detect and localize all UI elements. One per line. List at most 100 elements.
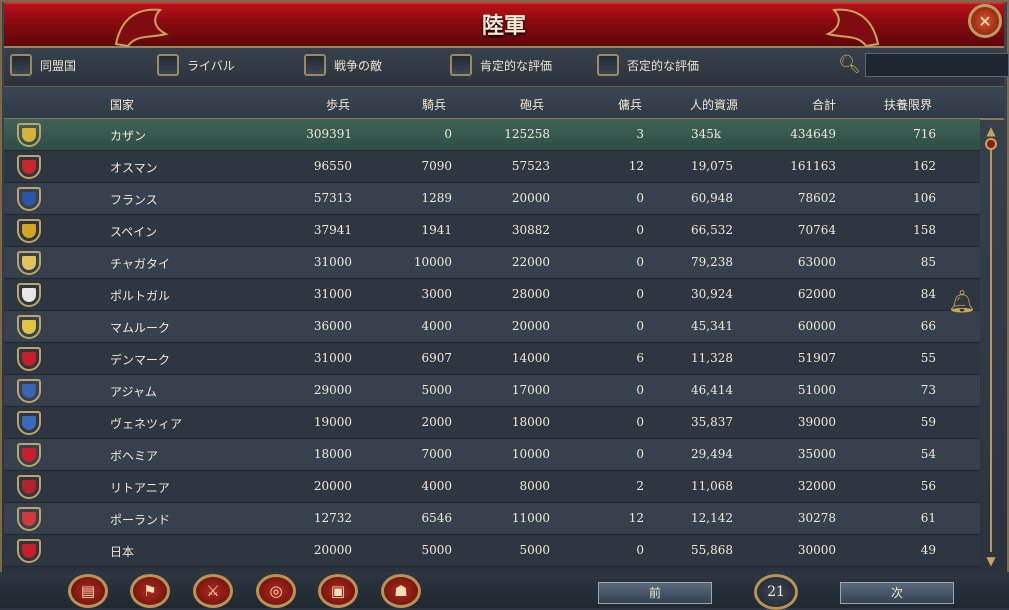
country-flag-icon[interactable]	[17, 539, 41, 563]
positive-opinion-checkbox[interactable]	[450, 54, 472, 76]
country-flag-icon[interactable]	[17, 411, 41, 435]
cell-country[interactable]: デンマーク	[110, 351, 170, 368]
table-row[interactable]: ポーランド 12732 6546 11000 12 12,142 30278 61	[4, 503, 980, 535]
cell-country[interactable]: ポーランド	[110, 511, 170, 528]
tab-trade[interactable]: ▣	[318, 574, 358, 608]
country-flag-icon[interactable]	[17, 155, 41, 179]
table-row[interactable]: デンマーク 31000 6907 14000 6 11,328 51907 55	[4, 343, 980, 375]
tab-ledger[interactable]: ▤	[68, 574, 108, 608]
flag-emblem	[22, 352, 36, 366]
tab-flag[interactable]: ⚑	[130, 574, 170, 608]
country-flag-icon[interactable]	[17, 347, 41, 371]
search-input[interactable]	[865, 53, 1009, 77]
flag-emblem	[22, 160, 36, 174]
allies-checkbox[interactable]	[10, 54, 32, 76]
cell-infantry: 57313	[313, 191, 352, 205]
cell-manpower: 30,924	[691, 287, 733, 301]
cell-manpower: 45,341	[691, 319, 733, 333]
rivals-checkbox[interactable]	[157, 54, 179, 76]
country-flag-icon[interactable]	[17, 443, 41, 467]
country-flag-icon[interactable]	[17, 475, 41, 499]
search-icon[interactable]: 🔍︎	[838, 54, 862, 78]
cell-mercenaries: 0	[636, 223, 644, 237]
page-number: 21	[754, 574, 798, 610]
bell-icon[interactable]: 🔔︎	[948, 290, 976, 315]
cell-mercenaries: 12	[628, 159, 644, 173]
cell-country[interactable]: ポルトガル	[110, 287, 170, 304]
cell-artillery: 11000	[511, 511, 550, 525]
cell-cavalry: 1289	[421, 191, 452, 205]
cell-country[interactable]: カザン	[110, 127, 146, 144]
filter-bar: 同盟国 ライバル 戦争の敵 肯定的な評価 否定的な評価 🔍︎	[4, 48, 1009, 87]
filter-label: 戦争の敵	[334, 58, 383, 73]
cell-country[interactable]: スペイン	[110, 223, 157, 240]
cell-country[interactable]: ヴェネツィア	[110, 415, 182, 432]
cell-total: 39000	[797, 415, 836, 429]
country-flag-icon[interactable]	[17, 187, 41, 211]
cell-country[interactable]: アジャム	[110, 383, 157, 400]
tab-diplomacy[interactable]: ☗	[381, 574, 421, 608]
table-row[interactable]: マムルーク 36000 4000 20000 0 45,341 60000 66	[4, 311, 980, 343]
cell-total: 51000	[797, 383, 836, 397]
cell-cavalry: 7000	[421, 447, 452, 461]
cell-country[interactable]: マムルーク	[110, 319, 170, 336]
column-header-manpower[interactable]: 人的資源	[690, 96, 738, 113]
handshake-icon: ☗	[394, 582, 408, 600]
cell-country[interactable]: オスマン	[110, 159, 158, 176]
filter-label: 肯定的な評価	[480, 58, 553, 73]
column-header-total[interactable]: 合計	[790, 96, 836, 113]
negative-opinion-checkbox[interactable]	[597, 54, 619, 76]
table-row[interactable]: アジャム 29000 5000 17000 0 46,414 51000 73	[4, 375, 980, 407]
cell-country[interactable]: 日本	[110, 543, 134, 560]
scroll-track[interactable]	[990, 144, 992, 552]
cell-total: 35000	[797, 447, 836, 461]
country-flag-icon[interactable]	[17, 219, 41, 243]
scroll-thumb[interactable]	[985, 138, 997, 150]
country-flag-icon[interactable]	[17, 251, 41, 275]
cell-country[interactable]: リトアニア	[110, 479, 170, 496]
table-row[interactable]: ヴェネツィア 19000 2000 18000 0 35,837 39000 59	[4, 407, 980, 439]
table-row[interactable]: ボヘミア 18000 7000 10000 0 29,494 35000 54	[4, 439, 980, 471]
column-header-infantry[interactable]: 歩兵	[304, 96, 350, 113]
table-row[interactable]: 日本 20000 5000 5000 0 55,868 30000 49	[4, 535, 980, 567]
country-flag-icon[interactable]	[17, 123, 41, 147]
table-row[interactable]: カザン 309391 0 125258 3 345k 434649 716	[4, 119, 980, 151]
table-row[interactable]: フランス 57313 1289 20000 0 60,948 78602 106	[4, 183, 980, 215]
cell-force-limit: 49	[920, 543, 936, 557]
filter-war-enemies[interactable]: 戦争の敵	[304, 54, 382, 76]
scroll-down-icon[interactable]: ▼	[984, 554, 998, 568]
tab-military[interactable]: ⚔	[193, 574, 233, 608]
column-header-country[interactable]: 国家	[110, 96, 134, 113]
column-header-force-limit[interactable]: 扶養限界	[884, 96, 932, 113]
cell-force-limit: 162	[913, 159, 936, 173]
war-enemies-checkbox[interactable]	[304, 54, 326, 76]
table-row[interactable]: リトアニア 20000 4000 8000 2 11,068 32000 56	[4, 471, 980, 503]
column-header-cavalry[interactable]: 騎兵	[400, 96, 446, 113]
cell-infantry: 12732	[313, 511, 352, 525]
country-flag-icon[interactable]	[17, 379, 41, 403]
column-header-artillery[interactable]: 砲兵	[498, 96, 544, 113]
filter-positive-opinion[interactable]: 肯定的な評価	[450, 54, 552, 76]
cell-country[interactable]: ボヘミア	[110, 447, 158, 464]
crate-icon: ▣	[330, 582, 346, 600]
filter-allies[interactable]: 同盟国	[10, 54, 76, 76]
next-page-button[interactable]: 次	[840, 582, 954, 604]
cell-country[interactable]: フランス	[110, 191, 158, 208]
close-button[interactable]: ✕	[968, 4, 1002, 38]
table-row[interactable]: スペイン 37941 1941 30882 0 66,532 70764 158	[4, 215, 980, 247]
cell-cavalry: 2000	[421, 415, 452, 429]
prev-page-button[interactable]: 前	[598, 582, 712, 604]
table-row[interactable]: ポルトガル 31000 3000 28000 0 30,924 62000 84	[4, 279, 980, 311]
filter-rivals[interactable]: ライバル	[157, 54, 235, 76]
table-row[interactable]: オスマン 96550 7090 57523 12 19,075 161163 162	[4, 151, 980, 183]
country-flag-icon[interactable]	[17, 315, 41, 339]
country-flag-icon[interactable]	[17, 283, 41, 307]
cell-country[interactable]: チャガタイ	[110, 255, 170, 272]
tab-economy[interactable]: ◎	[256, 574, 296, 608]
scrollbar[interactable]: ▲ ▼	[982, 122, 1000, 572]
column-header-mercenaries[interactable]: 傭兵	[596, 96, 642, 113]
table-row[interactable]: チャガタイ 31000 10000 22000 0 79,238 63000 85	[4, 247, 980, 279]
country-flag-icon[interactable]	[17, 507, 41, 531]
filter-negative-opinion[interactable]: 否定的な評価	[597, 54, 699, 76]
scroll-up-icon[interactable]: ▲	[984, 124, 998, 138]
